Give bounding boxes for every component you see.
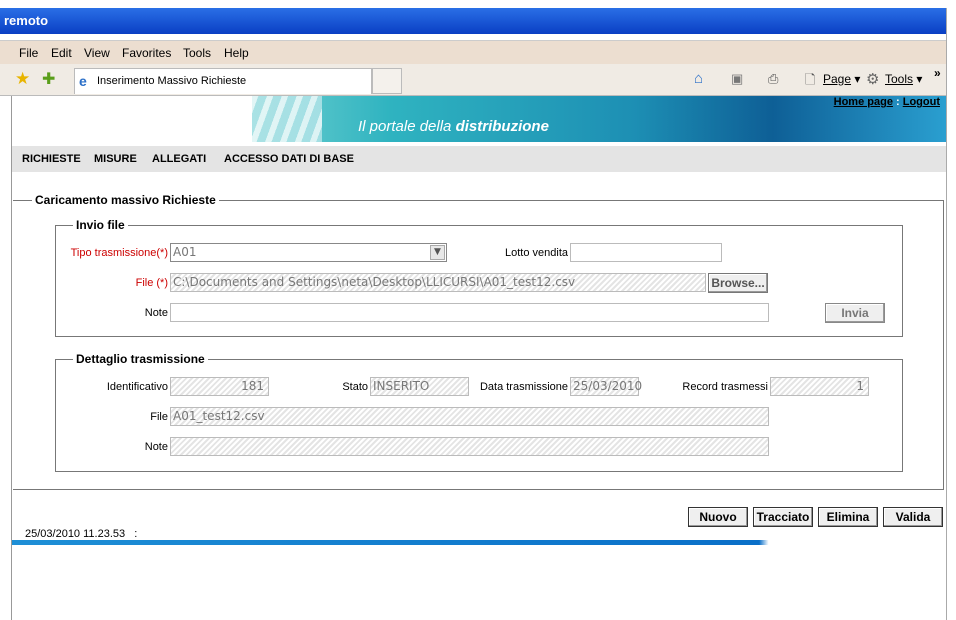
home-page-link[interactable]: Home page xyxy=(834,96,893,108)
nav-bar: RICHIESTE MISURE ALLEGATI ACCESSO DATI D… xyxy=(12,146,946,172)
home-icon[interactable]: ⌂ xyxy=(694,70,703,87)
link-separator: : xyxy=(896,96,900,108)
record-label: Record trasmessi xyxy=(682,381,768,393)
invio-title: Invio file xyxy=(73,218,128,232)
id-label: Identificativo xyxy=(106,381,168,393)
dettaglio-note-label: Note xyxy=(144,441,168,453)
tipo-label: Tipo trasmissione(*) xyxy=(70,247,168,259)
nav-richieste[interactable]: RICHIESTE xyxy=(22,153,81,165)
feeds-icon[interactable]: ▣ xyxy=(731,71,743,87)
stato-field: INSERITO xyxy=(370,377,469,396)
nav-accesso-dati[interactable]: ACCESSO DATI DI BASE xyxy=(224,153,354,165)
lotto-label: Lotto vendita xyxy=(505,247,568,259)
chevron-down-icon[interactable]: ▼ xyxy=(430,245,445,260)
data-field: 25/03/2010 xyxy=(570,377,642,396)
dettaglio-file-label: File xyxy=(150,411,168,423)
file-label: File (*) xyxy=(135,277,168,289)
browse-button[interactable]: Browse... xyxy=(708,273,768,293)
dettaglio-file-field: A01_test12.csv xyxy=(170,407,769,426)
menu-bar: File Edit View Favorites Tools Help xyxy=(0,40,946,64)
file-input[interactable]: C:\Documents and Settings\neta\Desktop\L… xyxy=(170,273,706,292)
logout-link[interactable]: Logout xyxy=(903,96,940,108)
note-input[interactable] xyxy=(170,303,769,322)
stato-label: Stato xyxy=(342,381,368,393)
tools-menu[interactable]: Tools ▾ xyxy=(885,72,922,86)
menu-file[interactable]: File xyxy=(19,46,38,60)
record-field: 1 xyxy=(770,377,869,396)
menu-tools[interactable]: Tools xyxy=(183,46,211,60)
dettaglio-note-field xyxy=(170,437,769,456)
new-tab-button[interactable] xyxy=(372,68,402,94)
favorites-star-icon[interactable]: ★ xyxy=(15,69,30,89)
menu-edit[interactable]: Edit xyxy=(51,46,72,60)
nuovo-button[interactable]: Nuovo xyxy=(688,507,748,527)
elimina-button[interactable]: Elimina xyxy=(818,507,878,527)
menu-view[interactable]: View xyxy=(84,46,110,60)
id-field: 181 xyxy=(170,377,269,396)
invia-button[interactable]: Invia xyxy=(825,303,885,323)
add-favorite-icon[interactable]: ✚ xyxy=(42,69,55,89)
section-title: Caricamento massivo Richieste xyxy=(32,193,219,207)
window-border xyxy=(946,8,956,620)
page-icon[interactable]: 🗋 xyxy=(805,71,815,93)
note-label: Note xyxy=(144,307,168,319)
page-menu[interactable]: Page ▾ xyxy=(823,72,860,86)
data-label: Data trasmissione xyxy=(479,381,568,393)
banner-stripe xyxy=(252,96,322,142)
tab-inserimento[interactable]: e Inserimento Massivo Richieste xyxy=(74,68,372,94)
menu-favorites[interactable]: Favorites xyxy=(122,46,171,60)
menu-help[interactable]: Help xyxy=(224,46,249,60)
footer-bar xyxy=(12,540,946,545)
portal-title: Il portale della distribuzione xyxy=(358,118,549,135)
top-links: Home page : Logout xyxy=(834,96,940,108)
nav-allegati[interactable]: ALLEGATI xyxy=(152,153,206,165)
nav-misure[interactable]: MISURE xyxy=(94,153,137,165)
ie-icon: e xyxy=(79,73,87,89)
top-strip xyxy=(0,0,956,8)
dettaglio-title: Dettaglio trasmissione xyxy=(73,352,208,366)
portal-banner: Il portale della distribuzione Home page… xyxy=(12,96,946,142)
status-timestamp: 25/03/2010 11.23.53 : xyxy=(25,528,138,540)
tracciato-button[interactable]: Tracciato xyxy=(753,507,813,527)
lotto-input[interactable] xyxy=(570,243,722,262)
tipo-select[interactable]: A01 ▼ xyxy=(170,243,447,262)
tools-gear-icon[interactable]: ⚙ xyxy=(866,70,879,88)
print-icon[interactable]: ⎙ xyxy=(768,71,778,87)
chevron-more-icon[interactable]: » xyxy=(934,66,941,80)
valida-button[interactable]: Valida xyxy=(883,507,943,527)
window-title: remoto xyxy=(0,8,948,34)
